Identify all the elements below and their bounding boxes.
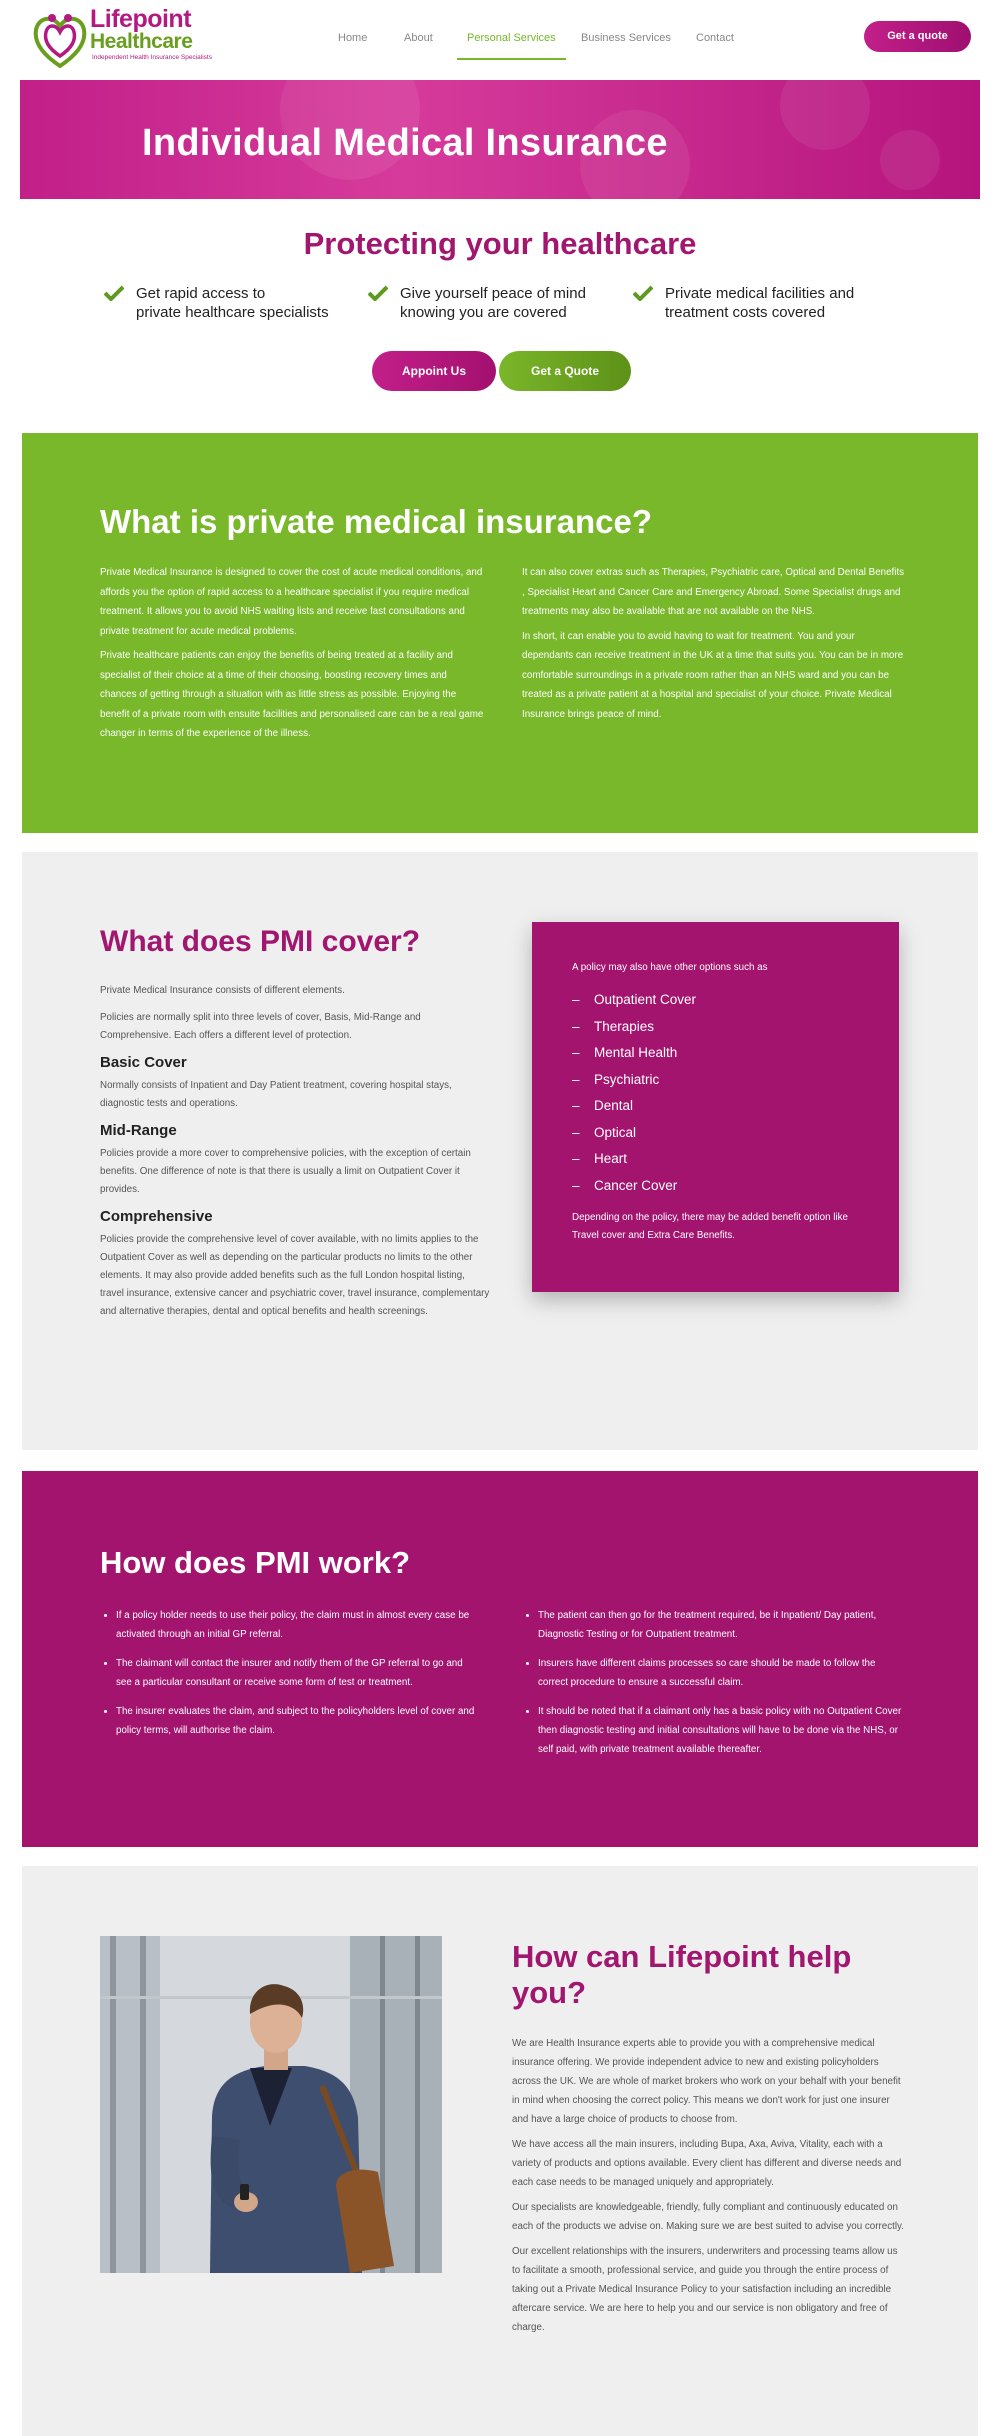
how-pmi-works-heading: How does PMI work? xyxy=(100,1545,411,1580)
logo-heart-icon xyxy=(33,14,87,69)
nav-personal-services[interactable]: Personal Services xyxy=(457,30,566,60)
nav-about[interactable]: About xyxy=(404,30,433,58)
list-item: The claimant will contact the insurer an… xyxy=(116,1654,480,1692)
cover-left-column: Private Medical Insurance consists of di… xyxy=(100,982,490,1330)
nav-business-services[interactable]: Business Services xyxy=(581,30,671,58)
how-we-help-heading: How can Lifepoint help you? xyxy=(512,1939,852,2010)
list-item: The insurer evaluates the claim, and sub… xyxy=(116,1702,480,1740)
list-item: The patient can then go for the treatmen… xyxy=(538,1606,902,1644)
protecting-heading: Protecting your healthcare xyxy=(303,226,697,261)
paragraph: Private Medical Insurance consists of di… xyxy=(100,985,345,996)
benefit-text: Give yourself peace of mind xyxy=(400,285,586,302)
how-pmi-works-section: How does PMI work? If a policy holder ne… xyxy=(22,1471,978,1847)
list-item: – Dental xyxy=(572,1098,634,1113)
paragraph: Normally consists of Inpatient and Day P… xyxy=(100,1080,452,1109)
paragraph: It can also cover extras such as Therapi… xyxy=(522,567,905,617)
policy-options-box: A policy may also have other options suc… xyxy=(532,922,899,1292)
list-item: – Cancer Cover xyxy=(572,1177,678,1193)
how-we-help-section: How can Lifepoint help you? We are Healt… xyxy=(22,1866,978,2436)
paragraph: Our specialists are knowledgeable, frien… xyxy=(512,2202,904,2232)
list-item: It should be noted that if a claimant on… xyxy=(538,1702,902,1759)
check-icon xyxy=(633,285,653,301)
check-icon xyxy=(104,285,124,301)
check-icon xyxy=(368,285,388,301)
work-left-list: If a policy holder needs to use their po… xyxy=(100,1606,480,1750)
list-item: – Psychiatric xyxy=(572,1071,660,1087)
paragraph: Policies provide the comprehensive level… xyxy=(100,1234,490,1317)
mid-range-heading: Mid-Range xyxy=(100,1122,177,1139)
comprehensive-heading: Comprehensive xyxy=(100,1208,213,1225)
pmi-cover-section: What does PMI cover? Private Medical Ins… xyxy=(22,852,978,1450)
paragraph: Our excellent relationships with the ins… xyxy=(512,2246,898,2333)
options-intro: A policy may also have other options suc… xyxy=(572,962,768,973)
benefit-item: Give yourself peace of mind knowing you … xyxy=(368,284,608,322)
options-list: – Outpatient Cover – Therapies – Mental Hea… xyxy=(572,987,859,1199)
businessman-photo xyxy=(100,1936,442,2273)
list-item: – Mental Health xyxy=(572,1045,678,1060)
pmi-cover-heading: What does PMI cover? xyxy=(100,925,421,958)
logo-wordmark: Lifepoint Healthcare xyxy=(90,5,193,53)
basic-cover-heading: Basic Cover xyxy=(100,1054,187,1071)
list-item: If a policy holder needs to use their po… xyxy=(116,1606,480,1644)
benefit-text: Private medical facilities and xyxy=(665,285,855,302)
paragraph: We have access all the main insurers, in… xyxy=(512,2139,902,2188)
benefit-item: Get rapid access to private healthcare s… xyxy=(104,284,344,322)
list-item: – Outpatient Cover xyxy=(572,992,697,1007)
paragraph: Policies provide a more cover to compreh… xyxy=(100,1148,471,1195)
site-header: Lifepoint Healthcare Independent Health … xyxy=(0,0,1000,78)
paragraph: We are Health Insurance experts able to … xyxy=(512,2038,901,2125)
paragraph: Private healthcare patients can enjoy th… xyxy=(100,650,484,739)
list-item: – Therapies xyxy=(572,1018,655,1034)
lifepoint-logo[interactable]: Lifepoint Healthcare Independent Health … xyxy=(32,4,212,74)
nav-contact[interactable]: Contact xyxy=(696,30,734,58)
help-text: We are Health Insurance experts able to … xyxy=(512,2034,904,2343)
get-a-quote-button[interactable]: Get a quote xyxy=(864,21,971,52)
hero-banner: Individual Medical Insurance xyxy=(20,80,980,199)
businessman-illustration xyxy=(100,1936,442,2273)
list-item: – Heart xyxy=(572,1151,628,1166)
page-title: Individual Medical Insurance xyxy=(142,122,668,164)
paragraph: Private Medical Insurance is designed to… xyxy=(100,567,483,637)
what-right-column: It can also cover extras such as Therapi… xyxy=(522,563,906,729)
logo-line1: Lifepoint xyxy=(90,5,192,33)
list-item: Insurers have different claims processes… xyxy=(538,1654,902,1692)
paragraph: Policies are normally split into three l… xyxy=(100,1012,421,1041)
paragraph: In short, it can enable you to avoid hav… xyxy=(522,630,904,720)
logo-line2: Healthcare xyxy=(90,30,193,53)
benefit-text: Get rapid access to xyxy=(136,285,266,302)
options-outro: Depending on the policy, there may be ad… xyxy=(572,1212,848,1241)
what-left-column: Private Medical Insurance is designed to… xyxy=(100,563,484,749)
benefit-item: Private medical facilities and treatment… xyxy=(633,284,873,322)
benefit-text: treatment costs covered xyxy=(665,304,826,321)
benefit-text: knowing you are covered xyxy=(400,304,567,321)
what-is-pmi-heading: What is private medical insurance? xyxy=(100,503,653,540)
benefit-text: private healthcare specialists xyxy=(136,304,329,321)
logo-tagline: Independent Health Insurance Specialists xyxy=(92,54,212,61)
work-right-list: The patient can then go for the treatmen… xyxy=(522,1606,902,1769)
what-is-pmi-section: What is private medical insurance? Priva… xyxy=(22,433,978,833)
appoint-us-button[interactable]: Appoint Us xyxy=(372,351,496,391)
nav-home[interactable]: Home xyxy=(338,30,367,58)
list-item: – Optical xyxy=(572,1124,637,1140)
get-a-quote-green-button[interactable]: Get a Quote xyxy=(499,351,631,391)
